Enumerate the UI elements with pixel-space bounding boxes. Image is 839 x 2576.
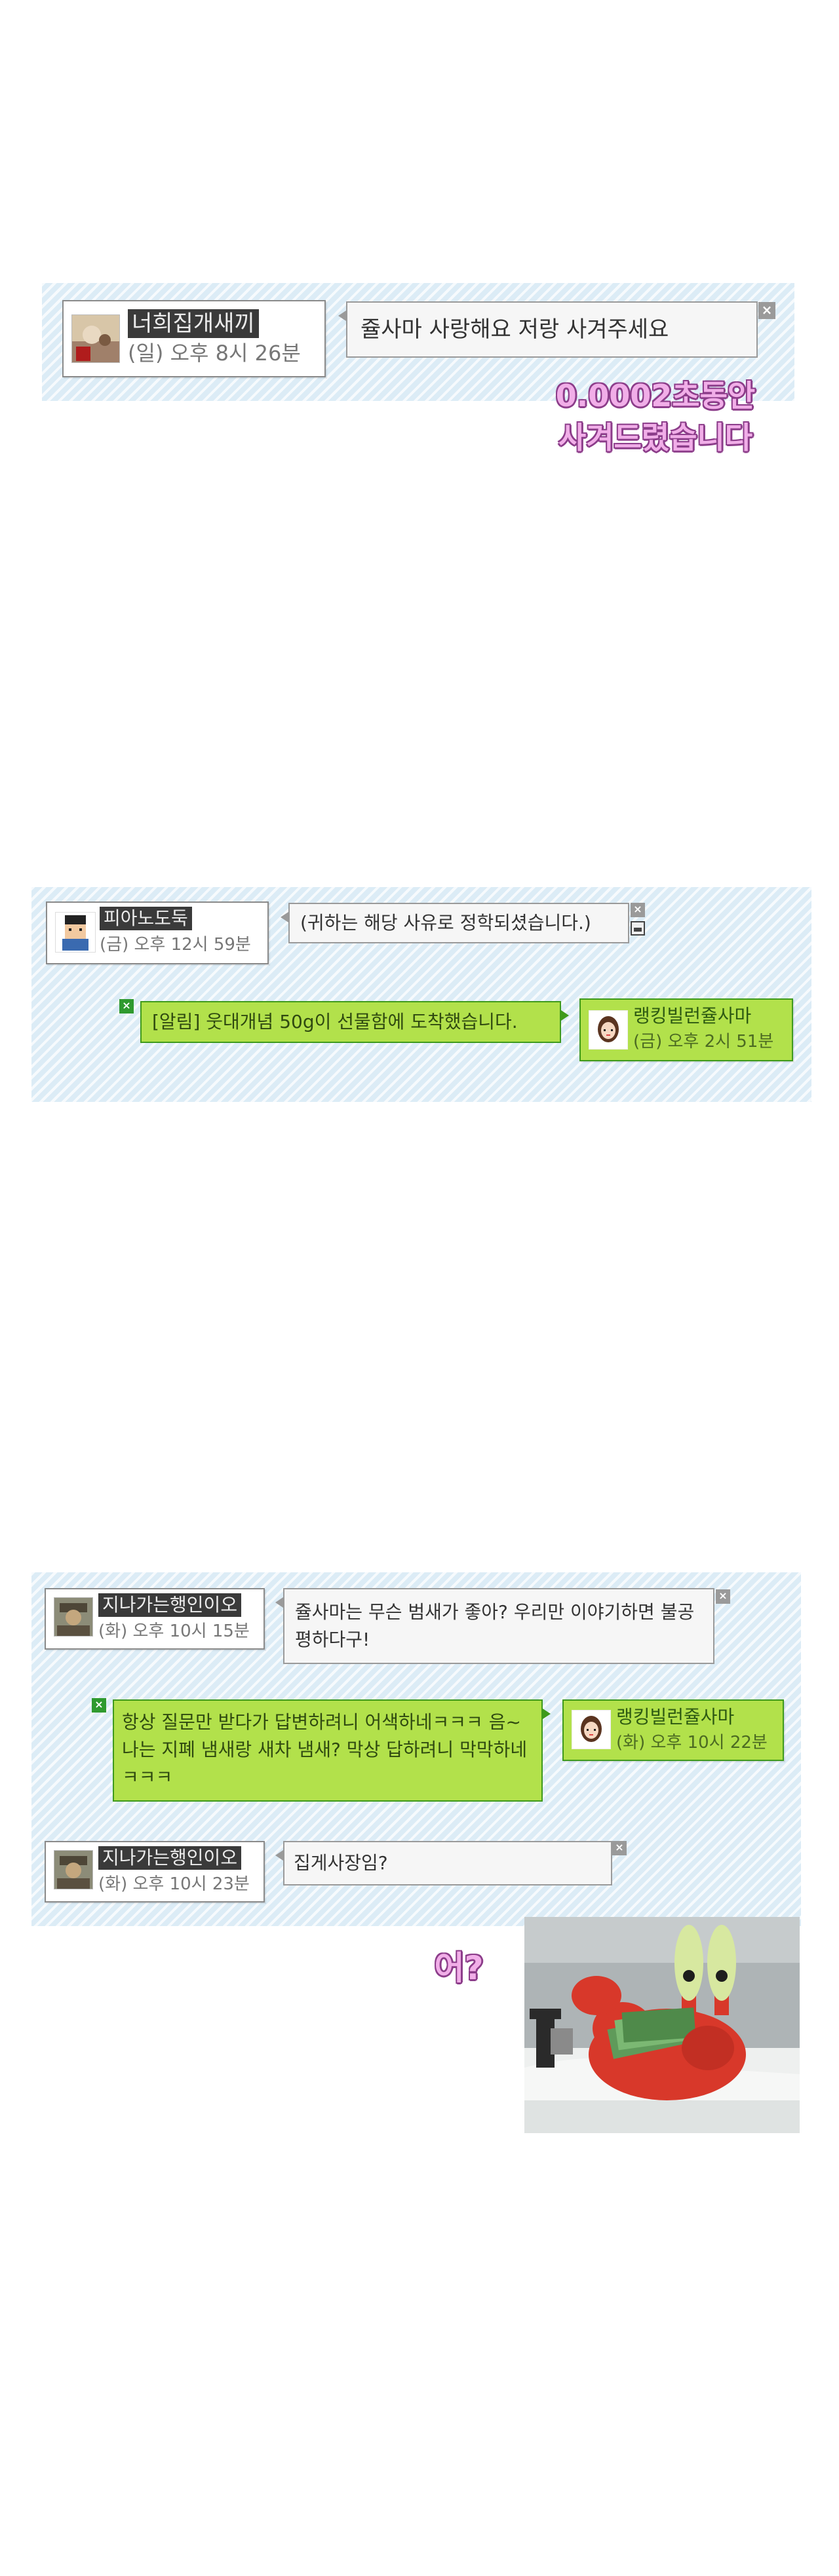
message-text: 쥴사마 사랑해요 저랑 사겨주세요 (361, 316, 669, 343)
reply-user-name[interactable]: 랭킹빌런쥴사마 (616, 1705, 734, 1730)
close-icon: × (615, 1841, 624, 1853)
user-avatar (572, 1710, 611, 1749)
reply-user-card[interactable]: 랭킹빌런쥴사마 (화) 오후 10시 22분 (562, 1699, 784, 1761)
reply-text: 항상 질문만 받다가 답변하려니 어색하네ㅋㅋㅋ 음~ 나는 지폐 냄새랑 새차… (122, 1711, 528, 1788)
close-button[interactable]: × (758, 302, 775, 319)
message-text: 쥴사마는 무슨 범새가 좋아? 우리만 이야기하면 불공평하다구! (295, 1601, 695, 1650)
user-avatar (54, 1597, 93, 1637)
user-card-2[interactable]: 피아노도둑 (금) 오후 12시 59분 (46, 901, 269, 964)
caption-line: 어? (434, 1949, 484, 1987)
chat-bubble-message: 집게사장임? (275, 1841, 612, 1885)
message-timestamp: (화) 오후 10시 23분 (98, 1874, 250, 1894)
user-avatar (55, 912, 96, 953)
alert-text: [알림] 웃대개념 50g이 선물함에 도착했습니다. (152, 1011, 518, 1032)
cartoon-image (524, 1917, 800, 2133)
message-text: (귀하는 해당 사유로 정학되셨습니다.) (300, 912, 591, 934)
close-button[interactable]: × (631, 903, 645, 917)
reply-timestamp: (화) 오후 10시 22분 (616, 1733, 768, 1752)
reply-timestamp: (금) 오후 2시 51분 (633, 1032, 774, 1051)
user-name[interactable]: 지나가는행인이오 (98, 1846, 242, 1870)
message-text: 집게사장임? (294, 1852, 388, 1874)
user-card-4[interactable]: 지나가는행인이오 (화) 오후 10시 23분 (45, 1841, 265, 1903)
close-icon: × (718, 1589, 728, 1602)
user-name[interactable]: 피아노도둑 (100, 907, 192, 930)
message-timestamp: (금) 오후 12시 59분 (100, 935, 251, 955)
close-icon: × (633, 903, 642, 915)
reply-user-card[interactable]: 랭킹빌런쥴사마 (금) 오후 2시 51분 (579, 998, 793, 1061)
message-timestamp: (일) 오후 8시 26분 (128, 341, 301, 366)
close-button[interactable]: × (716, 1589, 730, 1604)
close-button[interactable]: × (612, 1841, 627, 1855)
close-button[interactable]: × (119, 999, 134, 1013)
caption-text: 어? (420, 1947, 498, 1989)
reply-user-name[interactable]: 랭킹빌런쥴사마 (633, 1004, 751, 1029)
user-card-3[interactable]: 지나가는행인이오 (화) 오후 10시 15분 (45, 1588, 265, 1650)
user-name[interactable]: 너희집개새끼 (128, 309, 259, 338)
close-button[interactable]: × (92, 1698, 106, 1713)
user-avatar (71, 314, 120, 363)
chat-bubble-message: (귀하는 해당 사유로 정학되셨습니다.) (281, 903, 629, 943)
chat-bubble-message: 쥴사마는 무슨 범새가 좋아? 우리만 이야기하면 불공평하다구! (275, 1588, 714, 1664)
message-timestamp: (화) 오후 10시 15분 (98, 1621, 250, 1641)
user-avatar (589, 1010, 628, 1050)
user-avatar (54, 1850, 93, 1889)
chat-bubble-message: 쥴사마 사랑해요 저랑 사겨주세요 (338, 301, 758, 358)
caption-line-2: 사겨드렸습니다 (558, 420, 753, 455)
caption-line-1: 0.0002초동안 (555, 378, 756, 413)
close-icon: × (94, 1698, 104, 1711)
alert-bubble: [알림] 웃대개념 50g이 선물함에 도착했습니다. (140, 1001, 569, 1043)
close-icon: × (122, 999, 131, 1012)
user-name[interactable]: 지나가는행인이오 (98, 1593, 242, 1617)
reply-bubble: 항상 질문만 받다가 답변하려니 어색하네ㅋㅋㅋ 음~ 나는 지폐 냄새랑 새차… (113, 1699, 551, 1802)
close-icon: × (761, 302, 773, 318)
user-card-1[interactable]: 너희집개새끼 (일) 오후 8시 26분 (62, 300, 326, 377)
printer-icon[interactable] (631, 921, 645, 936)
caption-text: 0.0002초동안 사겨드렸습니다 (537, 375, 773, 459)
